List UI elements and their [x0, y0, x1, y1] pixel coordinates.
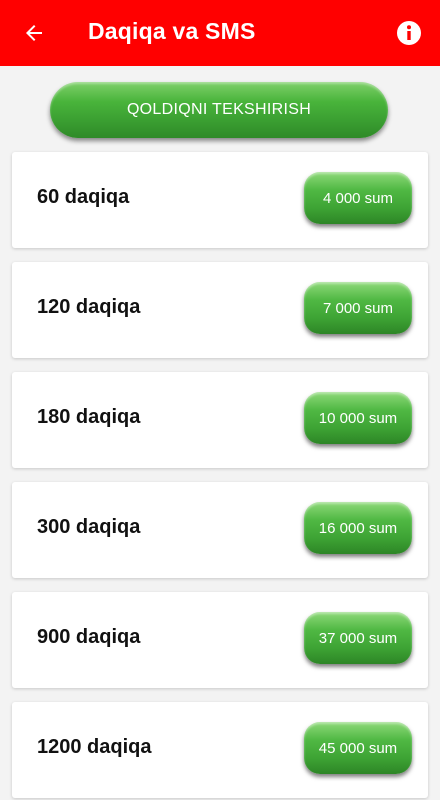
package-label: 60 daqiqa — [37, 186, 130, 208]
package-label: 1200 daqiqa — [37, 736, 152, 758]
page-title: Daqiqa va SMS — [88, 18, 256, 44]
package-label: 300 daqiqa — [37, 516, 141, 538]
back-button[interactable] — [18, 17, 50, 49]
info-icon — [397, 21, 421, 45]
package-list: 60 daqiqa 4 000 sum 120 daqiqa 7 000 sum… — [12, 152, 428, 800]
package-card-1200: 1200 daqiqa 45 000 sum — [12, 702, 428, 798]
price-button[interactable]: 10 000 sum — [304, 392, 412, 444]
arrow-left-icon — [26, 25, 42, 41]
package-card-180: 180 daqiqa 10 000 sum — [12, 372, 428, 468]
app-screen: Daqiqa va SMS QOLDIQNI TEKSHIRISH 60 daq… — [0, 0, 440, 800]
price-button[interactable]: 16 000 sum — [304, 502, 412, 554]
package-card-60: 60 daqiqa 4 000 sum — [12, 152, 428, 248]
package-label: 180 daqiqa — [37, 406, 141, 428]
price-button[interactable]: 4 000 sum — [304, 172, 412, 224]
package-card-900: 900 daqiqa 37 000 sum — [12, 592, 428, 688]
check-balance-button[interactable]: QOLDIQNI TEKSHIRISH — [50, 82, 388, 138]
info-button[interactable] — [396, 20, 422, 46]
price-button[interactable]: 45 000 sum — [304, 722, 412, 774]
package-label: 120 daqiqa — [37, 296, 141, 318]
package-card-300: 300 daqiqa 16 000 sum — [12, 482, 428, 578]
price-button[interactable]: 7 000 sum — [304, 282, 412, 334]
package-label: 900 daqiqa — [37, 626, 141, 648]
top-app-bar: Daqiqa va SMS — [0, 0, 440, 66]
price-button[interactable]: 37 000 sum — [304, 612, 412, 664]
package-card-120: 120 daqiqa 7 000 sum — [12, 262, 428, 358]
